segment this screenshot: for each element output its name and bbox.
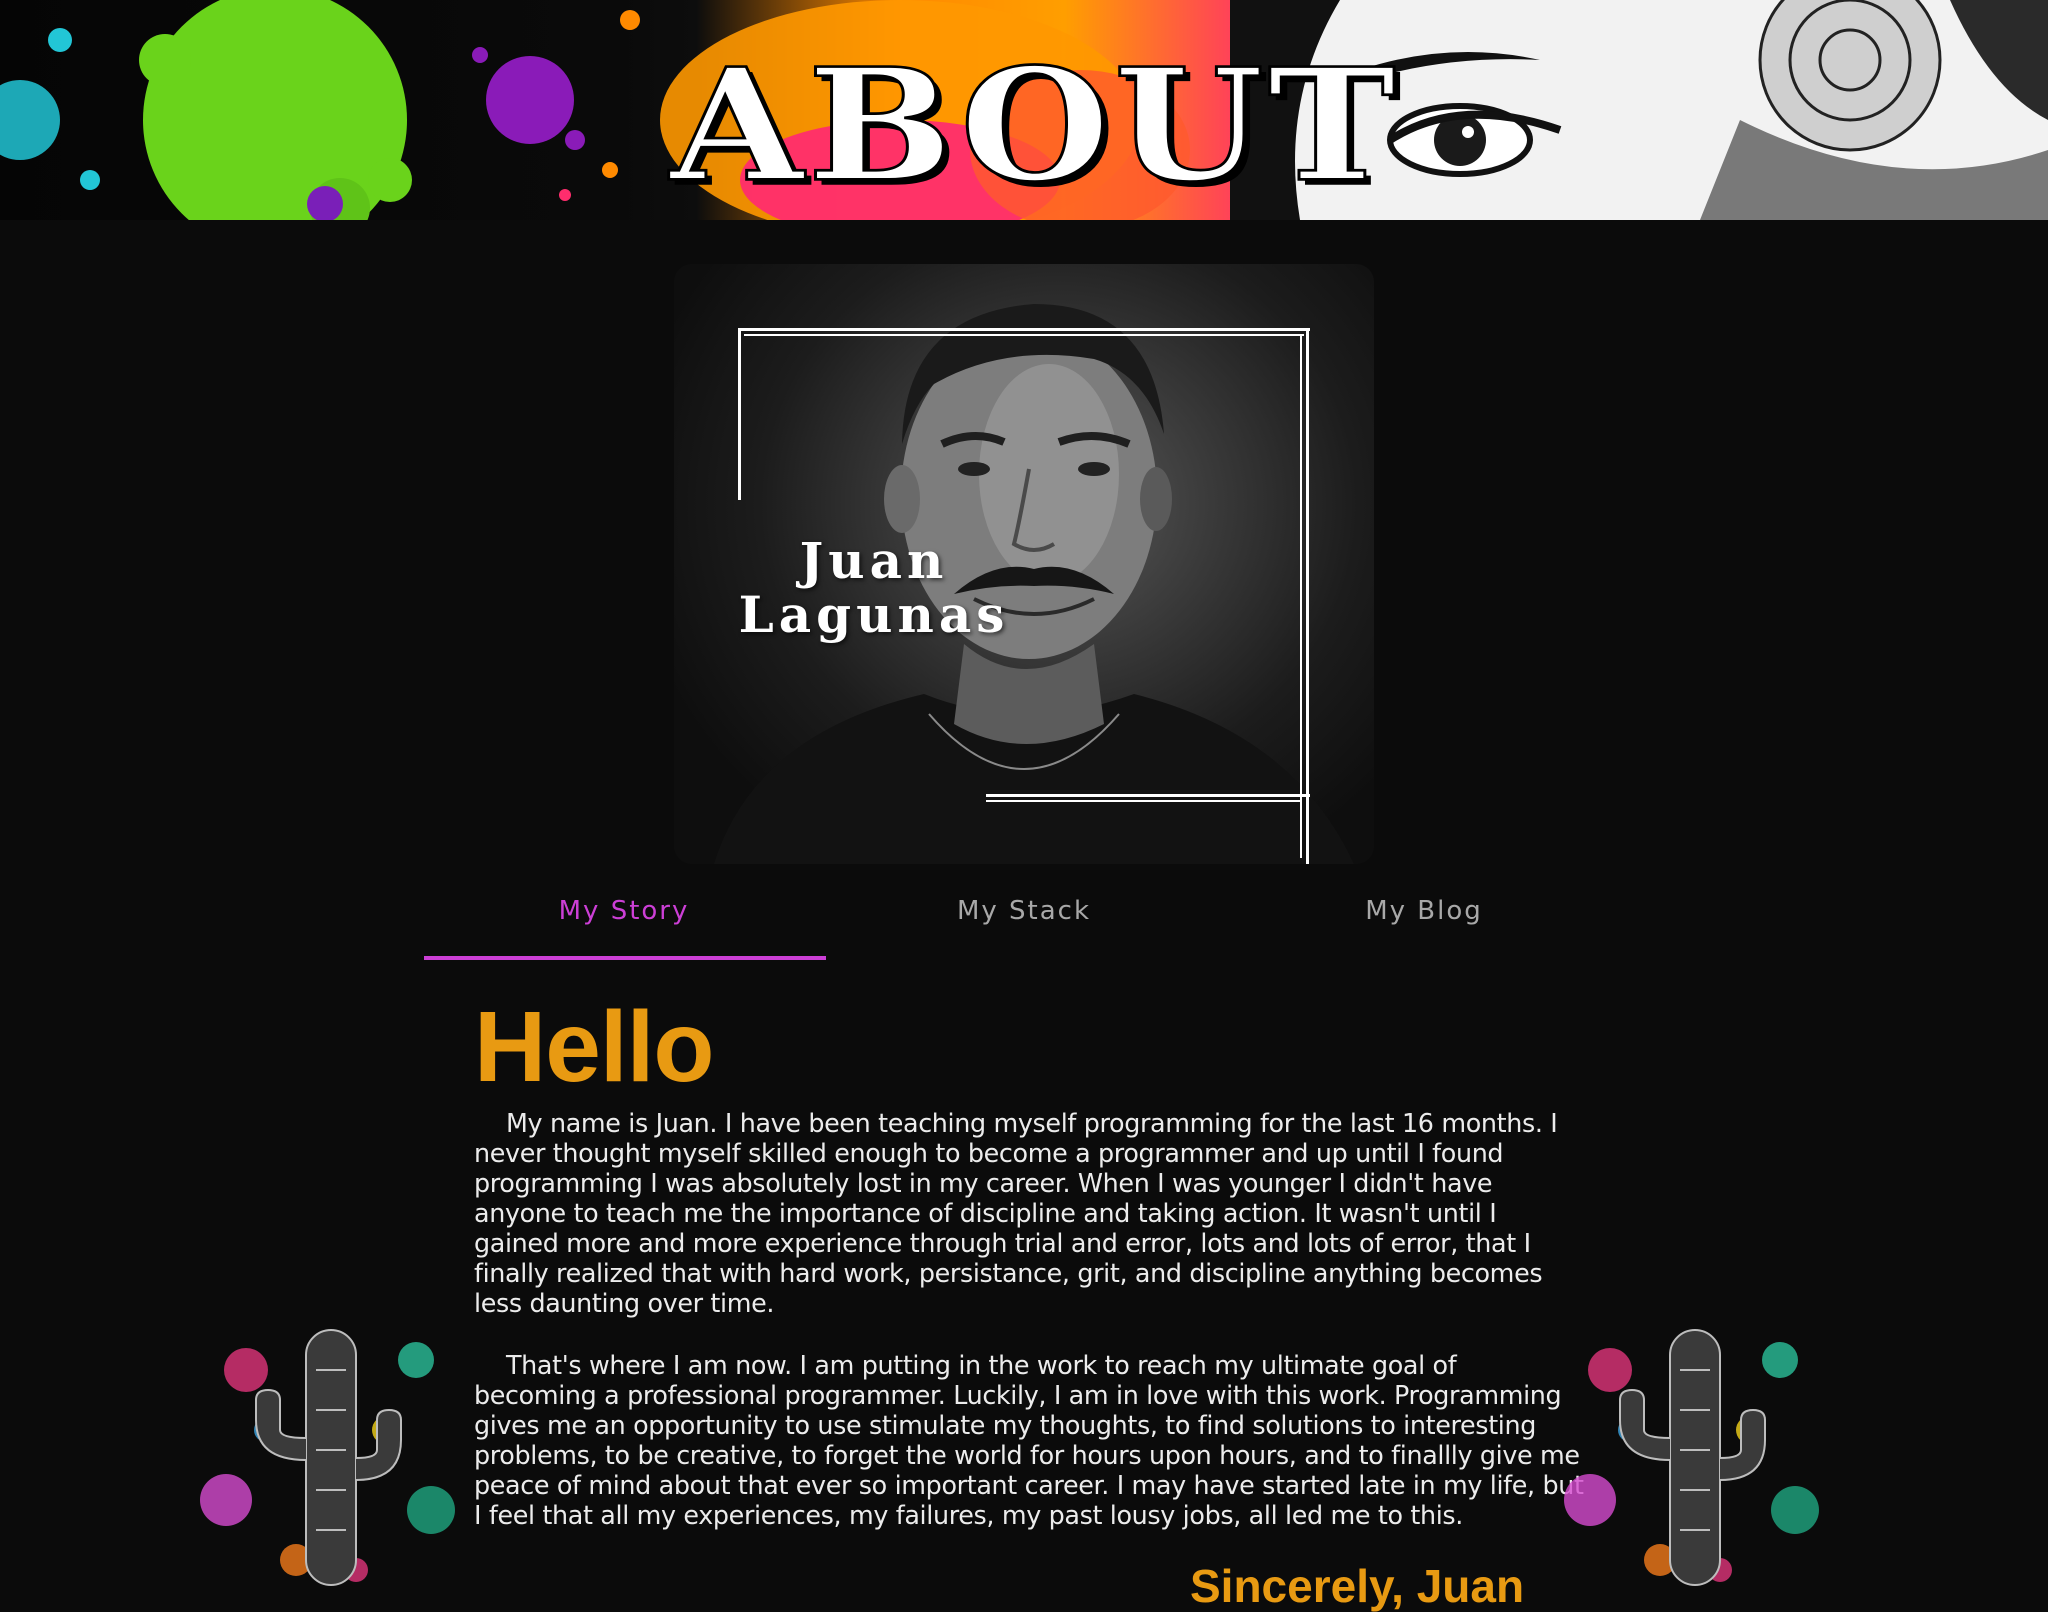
about-page: ABOUT Juan Lagunas My Story My Stack My … [0, 0, 2048, 1612]
profile-first-name: Juan [799, 531, 949, 590]
profile-last-name: Lagunas [738, 585, 1010, 644]
frame-top-line-inner [744, 334, 1304, 336]
story-paragraph-1: My name is Juan. I have been teaching my… [474, 1108, 1558, 1318]
tab-my-blog[interactable]: My Blog [1224, 880, 1624, 960]
tab-my-stack[interactable]: My Stack [824, 880, 1224, 960]
story-heading: Hello [474, 991, 714, 1103]
story-signoff: Sincerely, Juan [1190, 1560, 1525, 1612]
frame-bottom-line [986, 794, 1310, 797]
profile-name: Juan Lagunas [714, 534, 1034, 642]
frame-right-line [1306, 328, 1309, 864]
cactus-splatter-left [200, 1329, 455, 1586]
cactus-splatter-right [1564, 1329, 1819, 1586]
tab-my-story[interactable]: My Story [424, 880, 826, 960]
profile-portrait: Juan Lagunas [674, 264, 1374, 864]
frame-top-line [738, 328, 1310, 331]
about-tabs: My Story My Stack My Blog [424, 880, 1624, 960]
frame-right-line-inner [1300, 334, 1302, 858]
frame-left-line [738, 328, 741, 500]
about-banner: ABOUT [0, 0, 2048, 220]
banner-title: ABOUT [669, 33, 1400, 217]
frame-bottom-line-inner [986, 800, 1302, 802]
story-paragraph-2: That's where I am now. I am putting in t… [474, 1350, 1584, 1530]
